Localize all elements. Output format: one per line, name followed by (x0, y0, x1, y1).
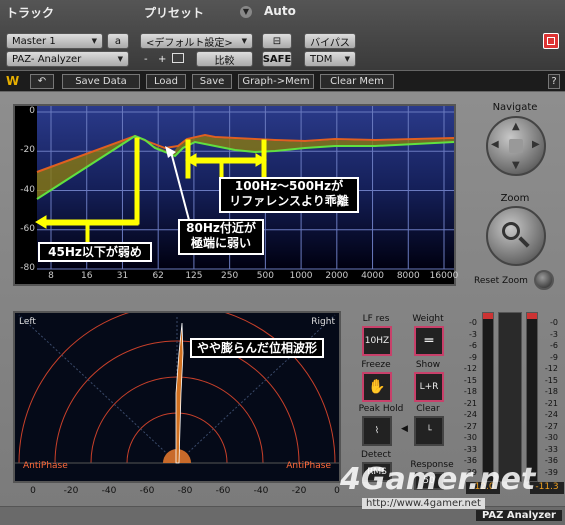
phase-waveform (175, 322, 184, 464)
meter-scale-label: -9 (550, 352, 558, 362)
arrow-down-icon[interactable]: ▼ (512, 160, 520, 171)
meter-scale-right: -0 -3 -6 -9 -12 -15 -18 -21 -24 -27 -30 -33 -36 -39 (540, 318, 562, 478)
weight-label: Weight (412, 314, 444, 324)
arrow-left-icon[interactable]: ◀ (491, 139, 499, 150)
meter-right (526, 312, 538, 482)
meter-scale-label: -9 (469, 352, 477, 362)
meter-scale-label: -3 (469, 329, 477, 339)
phase-scale: 0 -20 -40 -60 -80 -60 -40 -20 0 (13, 486, 341, 498)
peak-hold-label: Peak Hold (358, 404, 404, 414)
lf-res-button[interactable]: 10HZ (362, 326, 392, 356)
phase-scale-label: -20 (63, 486, 79, 496)
navigate-center (509, 139, 523, 153)
meter-scale-label: -21 (544, 398, 558, 408)
meter-scale-label: -27 (463, 421, 477, 431)
meter-scale-label: -21 (463, 398, 477, 408)
arrow-range-tick-right (261, 139, 267, 179)
callout-phase: やや膨らんだ位相波形 (190, 338, 324, 358)
phase-scale-label: -20 (291, 486, 307, 496)
magnifier-icon (502, 222, 520, 240)
arrow-up-icon[interactable]: ▲ (512, 121, 520, 132)
meter-scale-left: -0 -3 -6 -9 -12 -15 -18 -21 -24 -27 -30 -33 -36 -39 (459, 318, 481, 478)
arrow-left-icon: ◀ (401, 424, 408, 434)
arrow-range-leader (219, 161, 224, 179)
meter-scale-label: -33 (544, 444, 558, 454)
meter-scale-label: -0 (550, 318, 558, 327)
callout-range-line2: リファレンスより乖離 (229, 194, 349, 208)
zoom-title: Zoom (500, 193, 530, 204)
meter-scale-label: -18 (463, 387, 477, 396)
meter-scale-label: -0 (469, 318, 477, 327)
meter-scale-label: -39 (544, 467, 558, 477)
meter-scale-label: -18 (544, 387, 558, 396)
detect-label: Detect (360, 450, 391, 460)
callout-low: 45Hz以下が弱め (38, 242, 152, 262)
meter-scale-label: -12 (463, 364, 477, 373)
anti-phase-right: AntiPhase (286, 461, 331, 471)
plugin-name: PAZ Analyzer (476, 510, 562, 521)
meter-scale-label: -36 (544, 456, 558, 465)
weight-button[interactable]: ═ (414, 326, 444, 356)
arrow-range-shaft (195, 157, 257, 164)
meter-scale-label: -12 (544, 364, 558, 373)
phase-scale-label: -60 (215, 486, 231, 496)
watermark: 4Gamer.net (340, 462, 536, 497)
meter-scale-label: -15 (544, 375, 558, 385)
callout-mid-line2: 極端に弱い (190, 236, 251, 250)
watermark-url: http://www.4gamer.net (362, 498, 485, 509)
callout-mid: 80Hz付近が 極端に弱い (178, 219, 264, 255)
phase-scope: Left Right AntiPhase AntiPhase (13, 304, 341, 483)
magnifier-handle (518, 236, 530, 248)
phase-scale-label: -80 (177, 486, 193, 496)
meter-scale-label: -33 (463, 444, 477, 454)
meter-scale-label: -6 (550, 341, 558, 350)
meter-center (498, 312, 522, 482)
left-label: Left (19, 317, 36, 327)
right-label: Right (311, 317, 335, 327)
lf-res-label: LF res (362, 314, 390, 324)
meter-scale-label: -30 (544, 433, 558, 442)
arrow-mid-head (165, 146, 176, 158)
freeze-hand-icon[interactable]: ✋ (362, 372, 392, 402)
clear-button[interactable]: └ (414, 416, 444, 446)
callout-range: 100Hz～500Hzが リファレンスより乖離 (219, 177, 359, 213)
meter-scale-label: -30 (463, 433, 477, 442)
navigate-panel: Navigate ▲ ▼ ◀ ▶ Zoom Reset Zoom (470, 100, 560, 290)
peak-hold-button[interactable]: ⌇ (362, 416, 392, 446)
meter-scale-label: -24 (544, 410, 558, 419)
callout-range-line1: 100Hz～500Hzが (234, 179, 344, 193)
callout-mid-line1: 80Hz付近が (186, 221, 256, 235)
freeze-label: Freeze (361, 360, 391, 370)
meter-scale-label: -6 (469, 341, 477, 350)
arrow-low-vert (134, 137, 140, 225)
meter-scale-label: -27 (544, 421, 558, 431)
clear-label: Clear (416, 404, 440, 414)
show-button[interactable]: L+R (414, 372, 444, 402)
phase-scale-label: -60 (139, 486, 155, 496)
arrow-low-shaft (45, 219, 139, 226)
phase-scale-label: -40 (101, 486, 117, 496)
phase-scale-label: -40 (253, 486, 269, 496)
show-label: Show (415, 360, 441, 370)
arrow-right-icon[interactable]: ▶ (532, 139, 540, 150)
arrow-low-leader (85, 223, 90, 245)
navigate-pad[interactable]: ▲ ▼ ◀ ▶ (486, 116, 546, 176)
meter-left (482, 312, 494, 482)
anti-phase-left: AntiPhase (23, 461, 68, 471)
navigate-title: Navigate (492, 102, 538, 113)
arrow-low (35, 215, 47, 229)
arrow-range-tick-left (185, 139, 191, 179)
zoom-knob[interactable] (486, 206, 546, 266)
reset-zoom-button[interactable] (534, 270, 554, 290)
meter-scale-label: -3 (550, 329, 558, 339)
reset-zoom-label: Reset Zoom (474, 276, 528, 286)
phase-scale-label: 0 (30, 486, 36, 496)
meter-scale-label: -24 (463, 410, 477, 419)
meter-scale-label: -15 (463, 375, 477, 385)
